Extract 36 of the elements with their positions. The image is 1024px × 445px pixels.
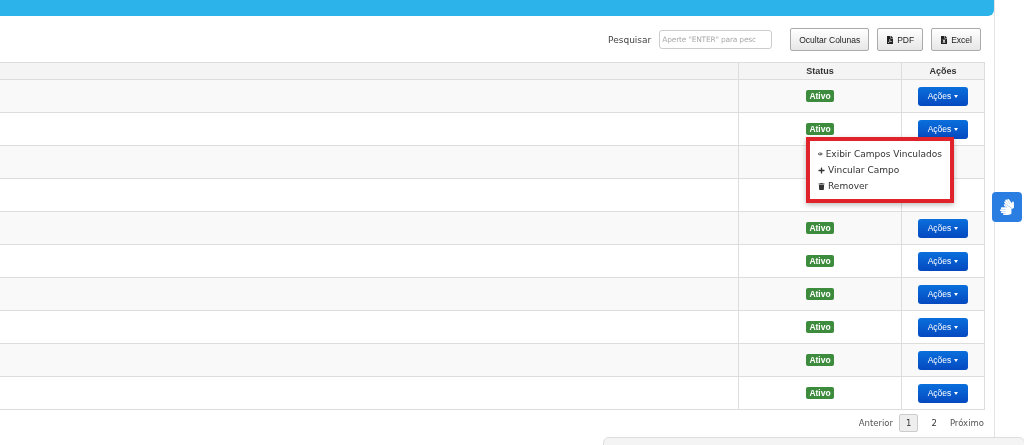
actions-button[interactable]: Ações — [918, 218, 968, 238]
column-header[interactable]: Ações — [929, 66, 957, 76]
column-header[interactable]: Status — [806, 66, 834, 76]
hand-icon — [999, 199, 1015, 215]
trash-icon — [818, 182, 825, 190]
menu-item[interactable]: Exibir Campos Vinculados — [810, 146, 950, 162]
actions-button[interactable]: Ações — [918, 383, 968, 403]
excel-button[interactable]: Excel — [931, 28, 981, 51]
status-badge: Ativo — [806, 255, 834, 267]
status-badge: Ativo — [806, 354, 834, 366]
actions-button[interactable]: Ações — [918, 119, 968, 139]
file-icon — [940, 35, 949, 44]
menu-item[interactable]: Remover — [810, 178, 950, 194]
actions-button[interactable]: Ações — [918, 317, 968, 337]
status-badge: Ativo — [806, 387, 834, 399]
eye-icon — [818, 150, 823, 158]
actions-button[interactable]: Ações — [918, 86, 968, 106]
status-badge: Ativo — [806, 123, 834, 135]
page-link[interactable]: 1 — [899, 414, 919, 432]
file-icon — [886, 35, 895, 44]
hide-columns-button[interactable]: Ocultar Colunas — [790, 28, 870, 51]
status-badge: Ativo — [806, 222, 834, 234]
accessibility-button[interactable] — [992, 192, 1022, 222]
previous-link[interactable]: Anterior — [858, 418, 894, 428]
search-label: Pesquisar — [608, 34, 652, 45]
plus-icon — [818, 166, 825, 174]
pdf-button[interactable]: PDF — [877, 28, 924, 51]
menu-item[interactable]: Vincular Campo — [810, 162, 950, 178]
status-badge: Ativo — [806, 90, 834, 102]
status-badge: Ativo — [806, 288, 834, 300]
actions-button[interactable]: Ações — [918, 284, 968, 304]
actions-button[interactable]: Ações — [918, 350, 968, 370]
status-badge: Ativo — [806, 321, 834, 333]
actions-button[interactable]: Ações — [918, 251, 968, 271]
page-link[interactable]: 2 — [924, 414, 944, 432]
next-link[interactable]: Próximo — [949, 418, 984, 428]
